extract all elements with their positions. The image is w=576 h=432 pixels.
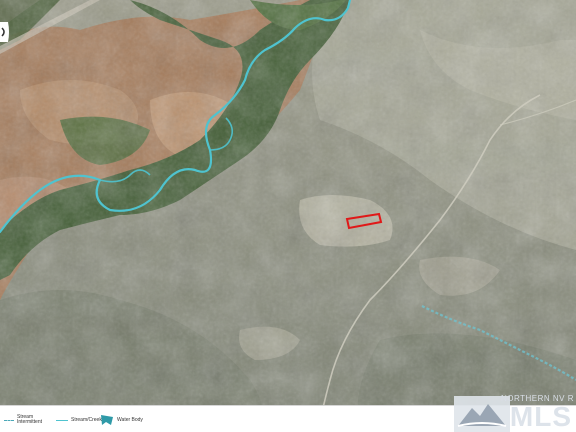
logo-brand-text: MLS: [509, 401, 572, 432]
corner-marker: [0, 22, 10, 42]
mls-logo: NORTHERN NV R MLS: [454, 392, 576, 432]
legend-label: Stream/Creek: [71, 416, 102, 423]
dashed-stream-line-icon: [4, 419, 14, 421]
solid-creek-line-icon: [56, 419, 68, 421]
legend-item-stream-creek: Stream/Creek: [56, 412, 102, 428]
legend-label-sub: Intermittent: [17, 419, 43, 425]
legend-item-water-body: Water Body: [100, 412, 143, 428]
map-frame: Stream Intermittent Stream/Creek Water B…: [0, 0, 576, 432]
legend-label: Water Body: [117, 416, 143, 423]
satellite-map[interactable]: [0, 0, 576, 432]
legend-item-stream-intermittent: Stream Intermittent: [4, 412, 42, 428]
water-body-swatch-icon: [101, 415, 113, 425]
